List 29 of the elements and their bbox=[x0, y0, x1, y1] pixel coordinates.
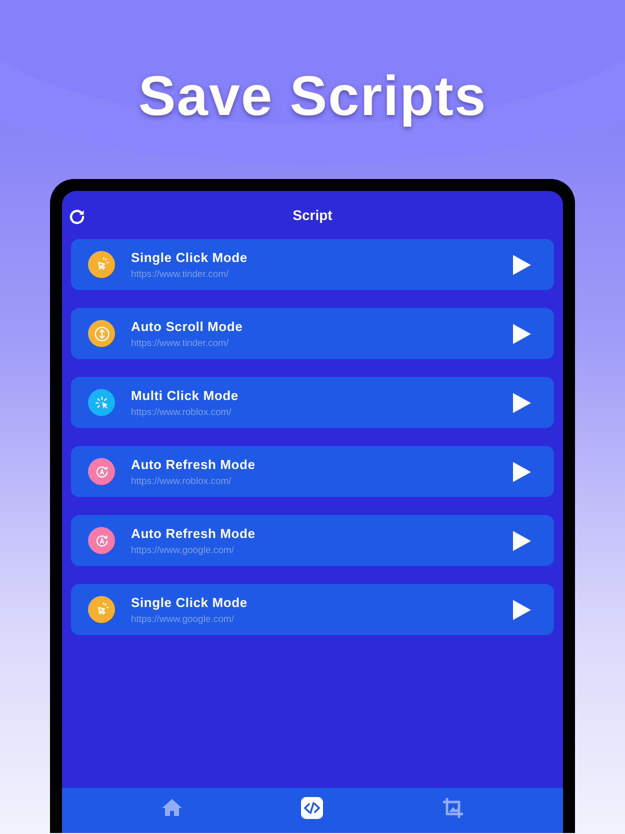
script-url: https://www.google.com/ bbox=[131, 614, 235, 624]
play-button[interactable] bbox=[512, 322, 532, 344]
script-name: Auto Refresh Mode bbox=[131, 526, 256, 540]
headline: Save Scripts bbox=[138, 64, 487, 128]
script-url: https://www.roblox.com/ bbox=[131, 406, 232, 418]
script-url: https://www.google.com/ bbox=[131, 544, 235, 556]
crop-icon[interactable] bbox=[440, 796, 465, 820]
script-name: Multi Click Mode bbox=[131, 388, 240, 402]
play-button[interactable] bbox=[512, 460, 532, 482]
play-button[interactable] bbox=[512, 254, 532, 276]
script-card[interactable]: Single Click Mode https://www.google.com/ bbox=[71, 584, 554, 635]
play-button[interactable] bbox=[512, 392, 532, 414]
code-icon[interactable] bbox=[300, 796, 324, 820]
refresh-button[interactable] bbox=[68, 208, 86, 226]
script-url: https://www.tinder.com/ bbox=[131, 338, 230, 348]
play-button[interactable] bbox=[512, 530, 532, 552]
script-card[interactable]: Multi Click Mode https://www.roblox.com/ bbox=[71, 377, 554, 428]
script-url: https://www.roblox.com/ bbox=[131, 476, 232, 486]
script-card[interactable]: Auto Refresh Mode https://www.google.com/ bbox=[71, 515, 554, 566]
script-name: Auto Refresh Mode bbox=[131, 456, 256, 472]
script-card[interactable]: Auto Scroll Mode https://www.tinder.com/ bbox=[71, 308, 554, 359]
script-card[interactable]: Single Click Mode https://www.tinder.com/ bbox=[71, 239, 554, 290]
script-name: Single Click Mode bbox=[131, 250, 248, 264]
script-name: Single Click Mode bbox=[131, 594, 248, 610]
play-button[interactable] bbox=[512, 598, 532, 620]
script-card[interactable]: Auto Refresh Mode https://www.roblox.com/ bbox=[71, 446, 554, 497]
script-url: https://www.tinder.com/ bbox=[131, 268, 230, 280]
screen-title: Script bbox=[292, 207, 332, 223]
script-name: Auto Scroll Mode bbox=[131, 318, 244, 334]
